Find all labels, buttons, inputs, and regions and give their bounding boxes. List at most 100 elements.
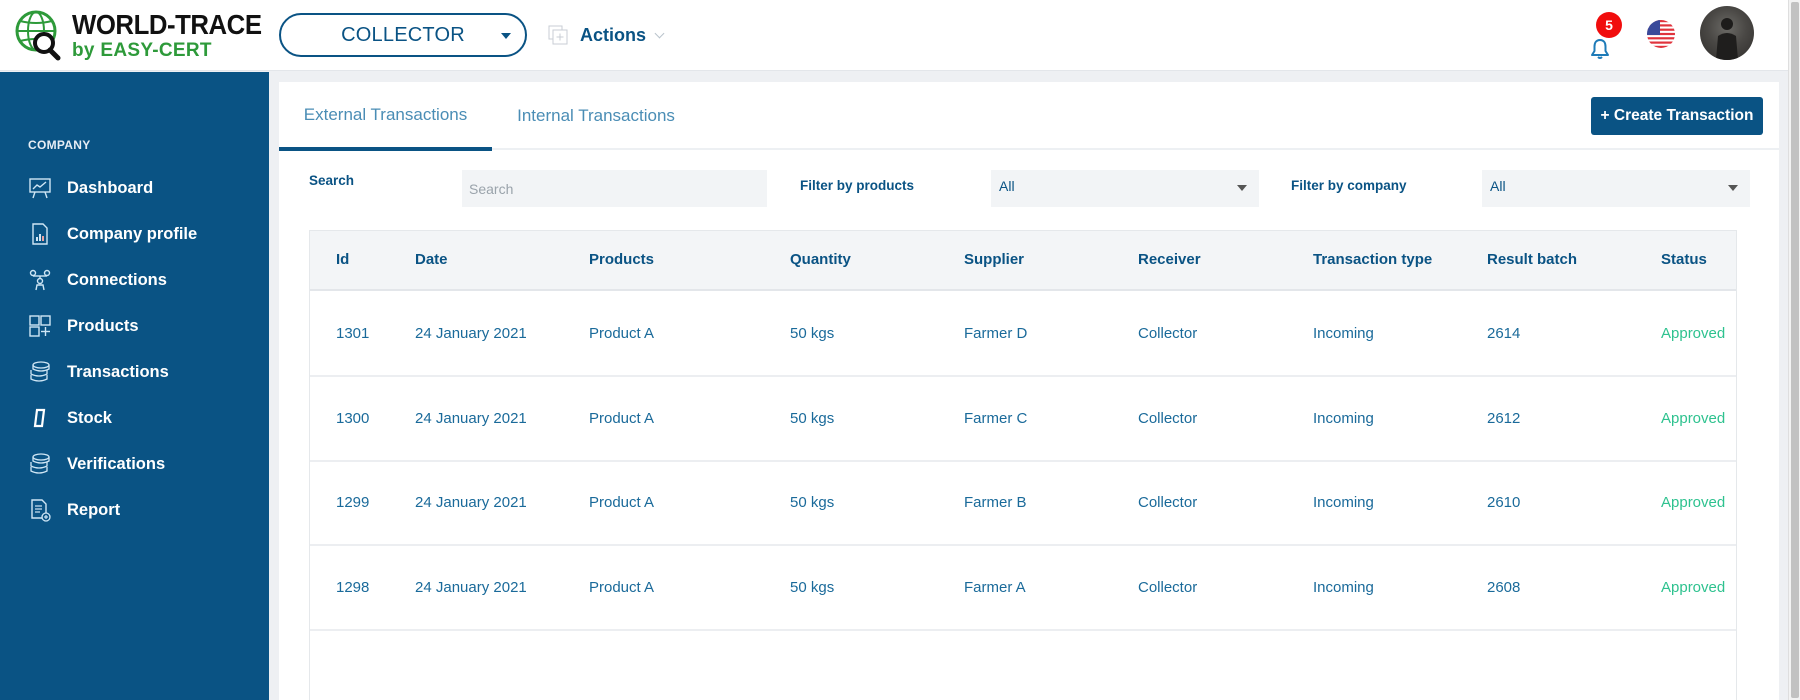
- status-cell: Approved: [1661, 578, 1726, 596]
- column-header[interactable]: Id: [336, 251, 349, 268]
- table-cell: Incoming: [1313, 578, 1374, 596]
- column-header[interactable]: Products: [589, 251, 654, 268]
- sidebar-item-label: Transactions: [67, 362, 169, 381]
- user-avatar[interactable]: [1700, 6, 1754, 60]
- filter-company-label: Filter by company: [1291, 178, 1407, 193]
- sidebar-item-verifications[interactable]: Verifications: [0, 444, 269, 484]
- coin-stack-icon: [30, 361, 50, 382]
- column-header[interactable]: Status: [1661, 251, 1707, 268]
- column-header[interactable]: Quantity: [790, 251, 851, 268]
- column-header[interactable]: Date: [415, 251, 448, 268]
- table-cell: 2614: [1487, 325, 1521, 342]
- sidebar: COMPANY Dashboard Company profile Connec…: [0, 72, 269, 700]
- table-cell: Incoming: [1313, 494, 1374, 511]
- table-cell: Farmer A: [964, 578, 1026, 596]
- tab-internal-transactions[interactable]: Internal Transactions: [492, 82, 700, 150]
- caret-down-icon: [1728, 185, 1738, 191]
- table-cell: Collector: [1138, 409, 1198, 427]
- sidebar-item-label: Products: [67, 316, 139, 335]
- table-cell: Collector: [1138, 578, 1198, 596]
- document-chart-icon: [32, 223, 48, 245]
- table-cell: Incoming: [1313, 409, 1374, 427]
- role-select[interactable]: COLLECTOR: [279, 13, 527, 57]
- sidebar-section-label: COMPANY: [28, 138, 91, 152]
- tab-external-transactions[interactable]: External Transactions: [279, 82, 492, 151]
- globe-search-icon: [15, 10, 61, 61]
- table-cell: 24 January 2021: [415, 409, 527, 427]
- column-header[interactable]: Transaction type: [1313, 251, 1432, 268]
- filter-products-select[interactable]: All: [991, 170, 1259, 207]
- notifications-button[interactable]: 5: [1588, 12, 1622, 59]
- transaction-tabs: External Transactions Internal Transacti…: [279, 82, 1779, 151]
- table-cell: 2612: [1487, 409, 1521, 427]
- sidebar-item-report[interactable]: Report: [0, 490, 269, 530]
- coin-stack-icon: [30, 453, 50, 474]
- table-cell: Product A: [589, 409, 655, 427]
- filter-company-value: All: [1490, 178, 1506, 194]
- table-cell: 50 kgs: [790, 325, 835, 342]
- filter-company-select[interactable]: All: [1482, 170, 1750, 207]
- column-header[interactable]: Receiver: [1138, 251, 1201, 268]
- notification-count-badge: 5: [1596, 12, 1622, 38]
- table-row[interactable]: 1300 24 January 2021 Product A 50 kgs Farmer…: [310, 377, 1736, 462]
- sidebar-item-label: Connections: [67, 270, 167, 289]
- column-header[interactable]: Result batch: [1487, 251, 1577, 268]
- search-label: Search: [309, 173, 355, 188]
- transactions-table: Id Date Products Quantity Supplier Receiver Tr…: [309, 230, 1737, 700]
- table-cell: 50 kgs: [790, 409, 835, 427]
- search-input[interactable]: [462, 170, 767, 207]
- table-cell: 1301: [336, 325, 370, 342]
- table-cell: Product A: [589, 325, 655, 342]
- table-cell: 1299: [336, 494, 370, 511]
- table-cell: 24 January 2021: [415, 494, 527, 511]
- status-cell: Approved: [1661, 325, 1726, 342]
- table-cell: 50 kgs: [790, 494, 835, 511]
- table-cell: 1300: [336, 409, 370, 427]
- transactions-panel: External Transactions Internal Transacti…: [279, 82, 1779, 700]
- sidebar-item-label: Dashboard: [67, 178, 154, 197]
- table-cell: Collector: [1138, 325, 1198, 342]
- table-cell: Collector: [1138, 494, 1198, 511]
- table-cell: 24 January 2021: [415, 325, 527, 342]
- column-header[interactable]: Supplier: [964, 251, 1024, 268]
- sidebar-item-products[interactable]: Products: [0, 306, 269, 346]
- sidebar-item-connections[interactable]: Connections: [0, 260, 269, 300]
- sidebar-item-label: Stock: [67, 408, 112, 427]
- caret-down-icon: [501, 33, 511, 39]
- grid-add-icon: [29, 315, 51, 337]
- sidebar-item-transactions[interactable]: Transactions: [0, 352, 269, 392]
- create-transaction-button[interactable]: + Create Transaction: [1591, 97, 1763, 135]
- us-flag-icon: [1647, 20, 1675, 48]
- table-cell: 2608: [1487, 578, 1521, 596]
- logo-subtitle: by EASY-CERT: [72, 39, 212, 61]
- sidebar-item-dashboard[interactable]: Dashboard: [0, 168, 269, 208]
- scrollbar-thumb[interactable]: [1791, 2, 1799, 698]
- actions-label: Actions: [580, 24, 647, 45]
- app-logo[interactable]: WORLD-TRACE by EASY-CERT: [12, 9, 278, 61]
- top-navbar: WORLD-TRACE by EASY-CERT COLLECTOR Actio…: [0, 0, 1788, 71]
- table-row[interactable]: 1301 24 January 2021 Product A 50 kgs Farmer…: [310, 292, 1736, 377]
- table-row[interactable]: 1298 24 January 2021 Product A 50 kgs Farmer…: [310, 546, 1736, 631]
- sidebar-item-stock[interactable]: Stock: [0, 398, 269, 438]
- sidebar-item-label: Report: [67, 500, 121, 519]
- network-people-icon: [29, 269, 51, 291]
- table-cell: Product A: [589, 578, 655, 596]
- role-select-value: COLLECTOR: [341, 23, 465, 46]
- parallelogram-icon: [33, 408, 46, 428]
- table-cell: Incoming: [1313, 325, 1374, 342]
- filter-products-value: All: [999, 178, 1015, 194]
- table-cell: Farmer B: [964, 494, 1027, 511]
- language-selector[interactable]: [1647, 20, 1675, 48]
- add-layers-icon: [548, 25, 568, 45]
- page-scrollbar[interactable]: [1788, 0, 1800, 700]
- table-row[interactable]: 1299 24 January 2021 Product A 50 kgs Farmer…: [310, 461, 1736, 546]
- filter-products-label: Filter by products: [800, 178, 915, 193]
- sidebar-item-label: Company profile: [67, 224, 198, 243]
- report-add-icon: [31, 499, 51, 522]
- sidebar-item-company-profile[interactable]: Company profile: [0, 214, 269, 254]
- table-cell: Farmer D: [964, 325, 1028, 342]
- caret-down-icon: [1237, 185, 1247, 191]
- logo-title: WORLD-TRACE: [72, 8, 262, 40]
- actions-menu[interactable]: Actions: [548, 20, 665, 50]
- table-cell: 1298: [336, 578, 370, 596]
